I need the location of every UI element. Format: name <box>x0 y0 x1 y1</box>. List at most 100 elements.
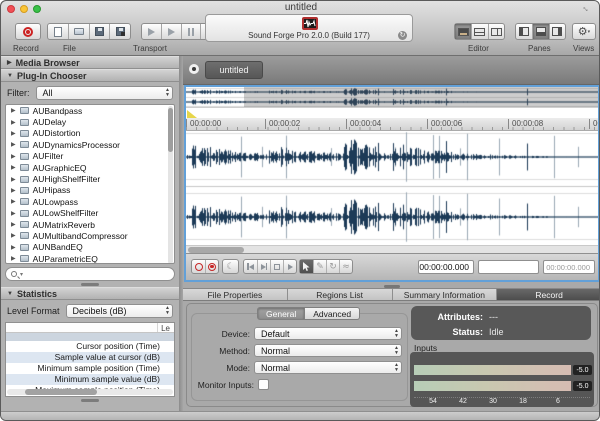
tab-record[interactable]: Record <box>497 289 600 300</box>
plugin-list-item[interactable]: ▶AUNBandEQ <box>6 242 174 253</box>
disclosure-right-icon[interactable]: ▶ <box>11 187 16 194</box>
waveform-overview[interactable] <box>186 87 598 108</box>
table-row[interactable]: Maximum sample value (dB) <box>6 396 174 397</box>
pause-button[interactable] <box>181 24 201 39</box>
disclosure-right-icon[interactable]: ▶ <box>11 232 16 239</box>
play-all-button[interactable] <box>142 24 161 39</box>
zoom-button[interactable] <box>33 5 41 13</box>
table-row[interactable]: Sample value at cursor (dB) <box>6 352 174 363</box>
statistics-column-header[interactable]: Le <box>6 323 174 333</box>
disclosure-right-icon[interactable]: ▶ <box>11 153 16 160</box>
plugin-list-item[interactable]: ▶AUDistortion <box>6 128 174 139</box>
plugin-search-input[interactable]: ▾ <box>5 267 175 281</box>
statistics-h-scrollbar[interactable] <box>7 389 173 395</box>
document-tab[interactable]: untitled <box>205 61 263 79</box>
left-pane-button[interactable] <box>516 24 532 39</box>
tab-summary-information[interactable]: Summary Information <box>393 289 498 300</box>
tab-advanced[interactable]: Advanced <box>305 307 360 320</box>
disclosure-right-icon[interactable]: ▶ <box>11 119 16 126</box>
disclosure-right-icon[interactable]: ▶ <box>11 107 16 114</box>
disclosure-right-icon[interactable]: ▶ <box>11 141 16 148</box>
play-button[interactable] <box>161 24 181 39</box>
marker-strip[interactable] <box>186 108 598 118</box>
disclosure-right-icon[interactable]: ▶ <box>11 164 16 171</box>
table-row[interactable]: Minimum sample value (dB) <box>6 374 174 385</box>
bottom-pane-button[interactable] <box>532 24 548 39</box>
editor-mode-single-button[interactable] <box>455 24 471 39</box>
filter-select[interactable]: All ▲▼ <box>36 86 174 100</box>
disclosure-right-icon[interactable]: ▶ <box>11 221 16 228</box>
save-button[interactable] <box>89 24 110 39</box>
save-as-button[interactable] <box>109 24 130 39</box>
disclosure-right-icon[interactable]: ▶ <box>11 210 16 217</box>
plugin-list-item[interactable]: ▶AUDelay <box>6 116 174 127</box>
plugin-list-item[interactable]: ▶AUFilter <box>6 151 174 162</box>
overview-shaded-region[interactable] <box>244 87 598 107</box>
right-pane-button[interactable] <box>549 24 565 39</box>
go-to-start-button[interactable] <box>244 260 257 273</box>
plugin-list-item[interactable]: ▶AUMultibandCompressor <box>6 230 174 241</box>
media-browser-header[interactable]: ▶ Media Browser <box>1 56 179 69</box>
search-options-caret-icon[interactable]: ▾ <box>20 271 23 278</box>
editor-mode-split-button[interactable] <box>471 24 487 39</box>
close-button[interactable] <box>7 5 15 13</box>
record-start-button[interactable] <box>205 260 218 273</box>
mode-select[interactable]: Normal ▲▼ <box>254 361 402 374</box>
go-to-end-button[interactable] <box>257 260 270 273</box>
waveform-h-scrollbar[interactable] <box>186 245 598 253</box>
tab-general[interactable]: General <box>257 307 305 320</box>
position-marker-icon[interactable] <box>187 110 197 118</box>
record-button[interactable] <box>15 23 41 40</box>
plugin-list-item[interactable]: ▶AUGraphicEQ <box>6 162 174 173</box>
tab-regions-list[interactable]: Regions List <box>288 289 393 300</box>
app-info-box[interactable]: Sound Forge Pro 2.0.0 (Build 177) ↻ <box>205 14 413 42</box>
record-indicator-icon[interactable] <box>189 64 199 74</box>
disclosure-right-icon[interactable]: ▶ <box>11 198 16 205</box>
loop-playback-button[interactable]: ☾ <box>223 260 238 273</box>
plugin-list-item[interactable]: ▶AULowpass <box>6 196 174 207</box>
open-file-button[interactable] <box>68 24 89 39</box>
selection-time-display[interactable] <box>478 260 539 274</box>
editor-mode-pages-button[interactable] <box>488 24 504 39</box>
total-time-display[interactable]: 00:00:00.000 <box>543 260 595 274</box>
disclosure-right-icon[interactable]: ▶ <box>11 244 16 251</box>
plugin-list-item[interactable]: ▶AUHipass <box>6 185 174 196</box>
scrollbar-thumb[interactable] <box>25 389 97 395</box>
method-select[interactable]: Normal ▲▼ <box>254 344 402 357</box>
waveform-canvas[interactable] <box>186 131 598 245</box>
selection-tool-button[interactable] <box>300 260 313 273</box>
scrollbar-thumb[interactable] <box>168 108 173 152</box>
monitor-inputs-checkbox[interactable] <box>258 379 269 390</box>
cursor-time-display[interactable]: 00:00:00.000 <box>418 260 474 274</box>
plugin-list-item[interactable]: ▶AUMatrixReverb <box>6 219 174 230</box>
level-format-select[interactable]: Decibels (dB) ▲▼ <box>66 304 173 318</box>
play-button[interactable] <box>283 260 296 273</box>
disclosure-right-icon[interactable]: ▶ <box>11 130 16 137</box>
plugin-list-item[interactable]: ▶AULowShelfFilter <box>6 208 174 219</box>
plugin-list-item[interactable]: ▶AUHighShelfFilter <box>6 173 174 184</box>
timeline-ruler[interactable]: 00:00:00 00:00:02 00:00:04 00:00:06 00:0… <box>186 118 598 131</box>
arm-record-button[interactable] <box>192 260 205 273</box>
envelope-tool-button[interactable]: ≈ <box>339 260 352 273</box>
plugin-list-item[interactable]: ▶AUDynamicsProcessor <box>6 139 174 150</box>
plugin-chooser-header[interactable]: ▼ Plug-In Chooser <box>1 69 179 82</box>
new-file-button[interactable] <box>48 24 68 39</box>
device-select[interactable]: Default ▲▼ <box>254 327 402 340</box>
stop-button[interactable] <box>270 260 283 273</box>
sidebar-splitter[interactable] <box>1 397 179 403</box>
disclosure-right-icon[interactable]: ▶ <box>11 176 16 183</box>
disclosure-right-icon[interactable]: ▶ <box>11 255 16 262</box>
tab-file-properties[interactable]: File Properties <box>183 289 288 300</box>
table-row[interactable]: Cursor position (Time) <box>6 341 174 352</box>
plugin-list-item[interactable]: ▶AUBandpass <box>6 105 174 116</box>
waveform-area[interactable] <box>186 131 598 245</box>
minimize-button[interactable] <box>20 5 28 13</box>
table-row[interactable]: Minimum sample position (Time) <box>6 363 174 374</box>
plugin-list-item[interactable]: ▶AUParametricEQ <box>6 253 174 264</box>
refresh-icon[interactable]: ↻ <box>398 31 407 40</box>
statistics-header[interactable]: ▼ Statistics <box>1 287 179 300</box>
views-button[interactable]: ⚙▾ <box>572 23 596 40</box>
pencil-tool-button[interactable]: ✎ <box>313 260 326 273</box>
magnify-tool-button[interactable]: ↻ <box>326 260 339 273</box>
plugin-list-scrollbar[interactable] <box>168 106 173 264</box>
